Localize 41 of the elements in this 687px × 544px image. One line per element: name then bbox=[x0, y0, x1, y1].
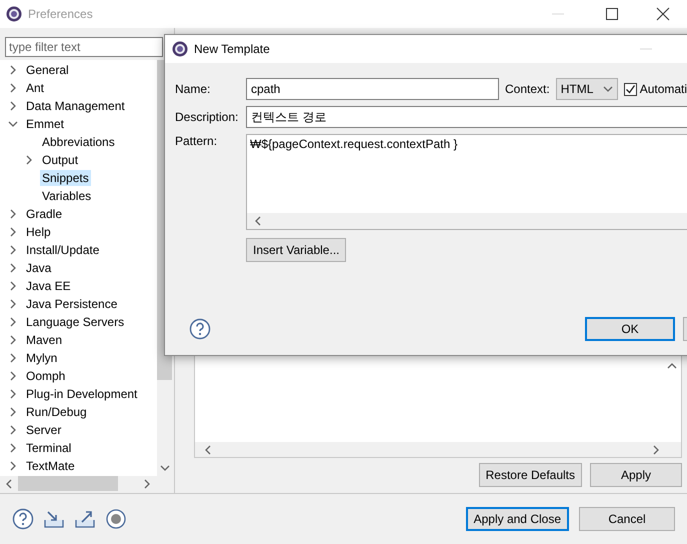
ok-button[interactable]: OK bbox=[585, 317, 675, 341]
description-field[interactable]: 컨텍스트 경로 bbox=[246, 106, 687, 128]
tree-item[interactable]: TextMate bbox=[24, 458, 77, 474]
restore-defaults-button[interactable]: Restore Defaults bbox=[478, 463, 582, 487]
name-field[interactable]: cpath bbox=[246, 78, 499, 100]
tree-item[interactable]: Emmet bbox=[24, 116, 66, 132]
tree-item[interactable]: Snippets bbox=[40, 170, 91, 186]
tree-item[interactable]: Variables bbox=[40, 188, 94, 204]
cancel-button[interactable]: Cancel bbox=[579, 507, 675, 531]
tree-item[interactable]: Abbreviations bbox=[40, 134, 117, 150]
tree-item[interactable]: Oomph bbox=[24, 368, 68, 384]
tree-item[interactable]: Run/Debug bbox=[24, 404, 89, 420]
tree-item[interactable]: Language Servers bbox=[24, 314, 126, 330]
tree-item[interactable]: Java Persistence bbox=[24, 296, 120, 312]
window-title: Preferences bbox=[28, 7, 93, 21]
tree-item[interactable]: Install/Update bbox=[24, 242, 102, 258]
tree-item[interactable]: Server bbox=[24, 422, 64, 438]
tree-item[interactable]: Data Management bbox=[24, 98, 127, 114]
tree-item[interactable]: Gradle bbox=[24, 206, 64, 222]
context-dropdown[interactable]: HTML bbox=[556, 78, 618, 100]
name-label: Name: bbox=[175, 82, 212, 96]
pattern-field[interactable]: ₩${pageContext.request.contextPath } bbox=[246, 134, 687, 230]
tree-item[interactable]: Help bbox=[24, 224, 53, 240]
tree-item[interactable]: Terminal bbox=[24, 440, 74, 456]
apply-button[interactable]: Apply bbox=[590, 463, 682, 487]
tree-item[interactable]: Ant bbox=[24, 80, 46, 96]
apply-and-close-button[interactable]: Apply and Close bbox=[466, 507, 569, 531]
description-label: Description: bbox=[175, 110, 240, 124]
tree-item[interactable]: Java bbox=[24, 260, 54, 276]
pattern-label: Pattern: bbox=[175, 134, 218, 148]
insert-variable-button[interactable]: Insert Variable... bbox=[246, 238, 346, 262]
tree-item[interactable]: Plug-in Development bbox=[24, 386, 140, 402]
tree-item[interactable]: Output bbox=[40, 152, 80, 168]
tree-item[interactable]: General bbox=[24, 62, 71, 78]
dialog-title: New Template bbox=[194, 42, 270, 56]
tree-item[interactable]: Maven bbox=[24, 332, 64, 348]
context-label: Context: bbox=[505, 82, 550, 96]
filter-field[interactable]: type filter text bbox=[5, 37, 163, 57]
tree-item[interactable]: Mylyn bbox=[24, 350, 60, 366]
tree-item[interactable]: Java EE bbox=[24, 278, 73, 294]
automatic-label: Automati bbox=[640, 82, 687, 96]
